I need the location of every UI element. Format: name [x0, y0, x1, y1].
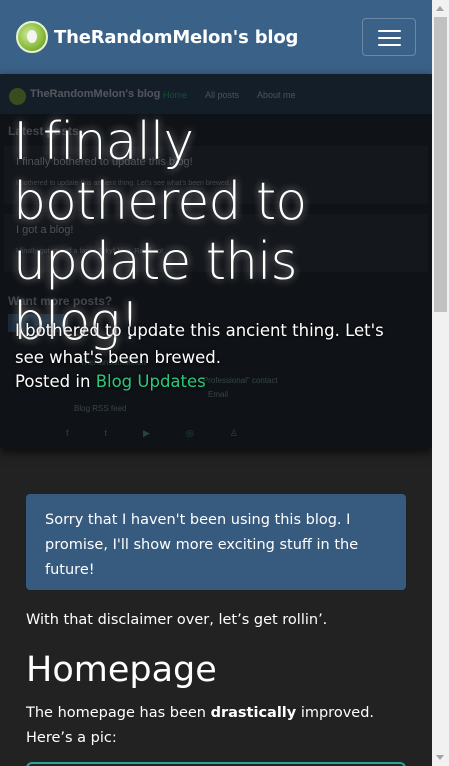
- homepage-heading: Homepage: [26, 650, 217, 690]
- homepage-screenshot-image: [26, 762, 406, 766]
- scrollbar-thumb[interactable]: [434, 17, 447, 312]
- homepage-paragraph: The homepage has been drastically improv…: [26, 705, 375, 746]
- posted-in-label: Posted in: [15, 372, 91, 391]
- navbar: TheRandomMelon's blog: [0, 0, 432, 74]
- post-hero: TheRandomMelon's blog Home All posts Abo…: [0, 74, 432, 448]
- disclaimer-alert: Sorry that I haven't been using this blo…: [26, 494, 406, 590]
- scroll-up-arrow-icon[interactable]: [436, 6, 444, 11]
- post-category-line: Posted in Blog Updates: [15, 372, 206, 391]
- category-link[interactable]: Blog Updates: [96, 372, 206, 391]
- vertical-scrollbar[interactable]: [432, 0, 449, 766]
- brand-link[interactable]: TheRandomMelon's blog: [16, 21, 298, 53]
- menu-toggle-button[interactable]: [362, 18, 416, 56]
- emphasis-text: drastically: [210, 705, 297, 721]
- hamburger-icon: [378, 30, 401, 32]
- brand-title: TheRandomMelon's blog: [54, 26, 299, 48]
- post-subtitle: I bothered to update this ancient thing.…: [15, 321, 384, 367]
- post-title: I finally bothered to update this blog!: [13, 112, 307, 352]
- melon-logo-icon: [16, 21, 48, 53]
- disclaimer-followup: With that disclaimer over, let’s get rol…: [26, 612, 328, 628]
- scroll-down-arrow-icon[interactable]: [436, 755, 444, 760]
